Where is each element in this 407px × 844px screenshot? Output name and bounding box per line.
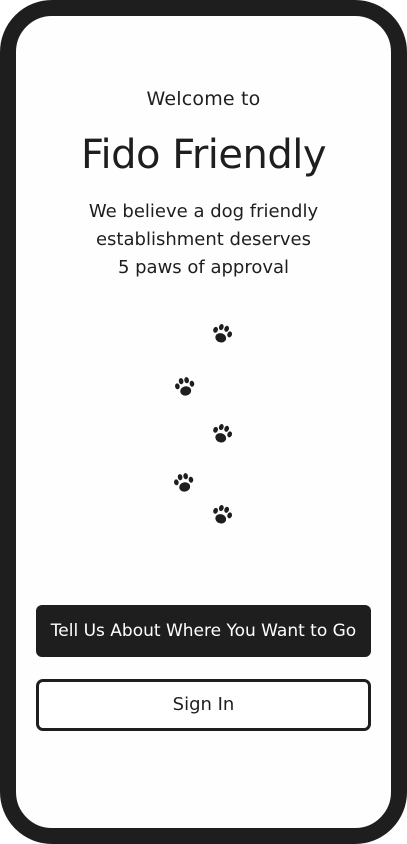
phone-frame: Welcome to Fido Friendly We believe a do… (0, 0, 407, 844)
tagline-line-2: establishment deserves (95, 229, 311, 250)
tell-us-where-button[interactable]: Tell Us About Where You Want to Go (36, 605, 371, 657)
paw-print-icon (170, 469, 198, 497)
welcome-text: Welcome to (146, 88, 261, 110)
tagline-line-3: 5 paws of approval (117, 257, 290, 278)
app-title: Fido Friendly (80, 132, 327, 178)
sign-in-button[interactable]: Sign In (36, 679, 371, 731)
tagline-line-1: We believe a dog friendly (88, 201, 319, 222)
tagline: We believe a dog friendly establishment … (56, 198, 351, 282)
paw-print-icon (207, 319, 237, 349)
paw-print-icon (171, 373, 199, 401)
paw-print-icon (207, 419, 237, 449)
paw-print-icon (207, 500, 237, 530)
